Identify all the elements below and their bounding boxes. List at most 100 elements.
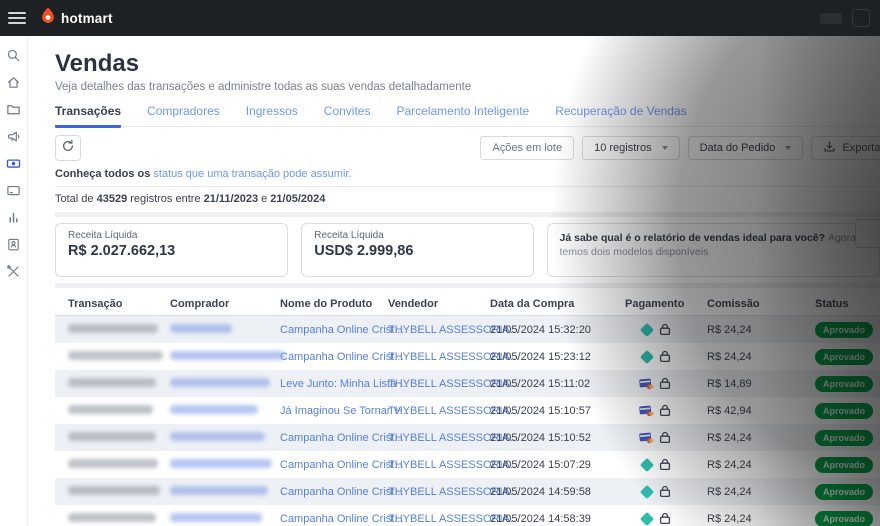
product-link[interactable]: Campanha Online Crist... bbox=[280, 324, 404, 336]
purchase-date: 21/05/2024 15:10:52 bbox=[490, 432, 625, 444]
home-icon bbox=[6, 75, 21, 90]
banner-bold-text: Já sabe qual é o relatório de vendas ide… bbox=[560, 232, 828, 244]
section-band bbox=[55, 212, 880, 217]
product-link[interactable]: Campanha Online Crist... bbox=[280, 513, 404, 525]
divider bbox=[55, 186, 880, 187]
commission-value: R$ 24,24 bbox=[707, 351, 815, 363]
date-filter-dropdown[interactable]: Data do Pedido bbox=[688, 136, 804, 160]
summary-cards: Receita Líquida R$ 2.027.662,13 Receita … bbox=[55, 223, 880, 277]
pix-icon bbox=[639, 322, 653, 336]
transaction-id-redacted bbox=[68, 486, 160, 495]
export-button[interactable]: Exportar bbox=[811, 136, 880, 160]
transaction-id-redacted bbox=[68, 324, 158, 333]
sidebar-item-analytics[interactable] bbox=[0, 204, 28, 231]
pix-icon bbox=[639, 511, 653, 525]
purchase-date: 21/05/2024 15:32:20 bbox=[490, 324, 625, 336]
page-title: Vendas bbox=[55, 50, 880, 78]
product-link[interactable]: Campanha Online Crist... bbox=[280, 486, 404, 498]
date-range-end: 21/05/2024 bbox=[270, 193, 325, 205]
sidebar-item-home[interactable] bbox=[0, 69, 28, 96]
transaction-id-redacted bbox=[68, 378, 156, 387]
brand-name: hotmart bbox=[61, 11, 113, 26]
col-header-transacao: Transação bbox=[68, 298, 170, 310]
sidebar-item-marketing[interactable] bbox=[0, 123, 28, 150]
buyer-name-redacted bbox=[170, 486, 268, 495]
tab-bar: Transações Compradores Ingressos Convite… bbox=[55, 104, 880, 127]
commission-value: R$ 24,24 bbox=[707, 459, 815, 471]
banner-action-button[interactable] bbox=[855, 219, 880, 248]
export-icon bbox=[823, 140, 836, 156]
lock-icon bbox=[659, 431, 671, 444]
col-header-status: Status bbox=[815, 298, 880, 310]
tab-compradores[interactable]: Compradores bbox=[147, 104, 220, 126]
tab-parcelamento-inteligente[interactable]: Parcelamento Inteligente bbox=[396, 104, 529, 126]
product-link[interactable]: Campanha Online Crist... bbox=[280, 432, 404, 444]
brand-logo[interactable]: hotmart bbox=[40, 7, 113, 30]
credit-card-icon bbox=[639, 432, 654, 444]
status-badge: Aprovado bbox=[815, 376, 873, 392]
product-link[interactable]: Campanha Online Crist... bbox=[280, 459, 404, 471]
sidebar bbox=[0, 36, 28, 526]
lock-icon bbox=[659, 323, 671, 336]
payment-method-icon bbox=[639, 350, 654, 363]
purchase-date: 21/05/2024 15:10:57 bbox=[490, 405, 625, 417]
table-body: Campanha Online Crist... THYBELL ASSESSO… bbox=[55, 316, 880, 526]
purchase-date: 21/05/2024 15:11:02 bbox=[490, 378, 625, 390]
status-badge: Aprovado bbox=[815, 403, 873, 419]
sidebar-item-account[interactable] bbox=[0, 231, 28, 258]
tab-recuperacao-de-vendas[interactable]: Recuperação de Vendas bbox=[555, 104, 686, 126]
refresh-button[interactable] bbox=[55, 135, 81, 161]
topbar-widget-icon[interactable] bbox=[820, 13, 842, 24]
sidebar-item-tools[interactable] bbox=[0, 258, 28, 285]
id-badge-icon bbox=[6, 237, 21, 252]
refresh-icon bbox=[61, 139, 75, 158]
table-row[interactable]: Campanha Online Crist... THYBELL ASSESSO… bbox=[55, 478, 880, 505]
lock-icon bbox=[659, 350, 671, 363]
sidebar-item-sales-active[interactable] bbox=[0, 150, 28, 177]
tab-convites[interactable]: Convites bbox=[324, 104, 371, 126]
sidebar-item-products[interactable] bbox=[0, 96, 28, 123]
status-note: Conheça todos os status que uma transaçã… bbox=[55, 168, 880, 180]
commission-value: R$ 14,89 bbox=[707, 378, 815, 390]
transaction-id-redacted bbox=[68, 513, 156, 522]
tab-ingressos[interactable]: Ingressos bbox=[246, 104, 298, 126]
status-help-link[interactable]: status que uma transação pode assumir. bbox=[153, 168, 351, 180]
buyer-name-redacted bbox=[170, 513, 262, 522]
page-subtitle: Veja detalhes das transações e administr… bbox=[55, 81, 880, 93]
menu-icon[interactable] bbox=[8, 12, 26, 24]
records-per-page-dropdown[interactable]: 10 registros bbox=[582, 136, 679, 160]
payment-method-icon bbox=[639, 404, 654, 417]
sidebar-item-wallet[interactable] bbox=[0, 177, 28, 204]
status-badge: Aprovado bbox=[815, 322, 873, 338]
commission-value: R$ 24,24 bbox=[707, 486, 815, 498]
table-row[interactable]: Campanha Online Crist... THYBELL ASSESSO… bbox=[55, 316, 880, 343]
buyer-name-redacted bbox=[170, 378, 270, 387]
table-row[interactable]: Já Imaginou Se Tornar V... THYBELL ASSES… bbox=[55, 397, 880, 424]
sidebar-item-search[interactable] bbox=[0, 42, 28, 69]
tab-transacoes[interactable]: Transações bbox=[55, 104, 121, 128]
folder-icon bbox=[6, 102, 21, 117]
pix-icon bbox=[639, 457, 653, 471]
payment-method-icon bbox=[639, 458, 654, 471]
buyer-name-redacted bbox=[170, 324, 232, 333]
lock-icon bbox=[659, 458, 671, 471]
table-row[interactable]: Campanha Online Crist... THYBELL ASSESSO… bbox=[55, 451, 880, 478]
toolbar: Ações em lote 10 registros Data do Pedid… bbox=[55, 135, 880, 161]
bar-chart-icon bbox=[6, 210, 21, 225]
status-badge: Aprovado bbox=[815, 349, 873, 365]
wallet-icon bbox=[6, 183, 21, 198]
purchase-date: 21/05/2024 15:23:12 bbox=[490, 351, 625, 363]
chevron-down-icon bbox=[662, 146, 668, 150]
table-row[interactable]: Leve Junto: Minha Lista ... THYBELL ASSE… bbox=[55, 370, 880, 397]
status-badge: Aprovado bbox=[815, 484, 873, 500]
col-header-vendedor: Vendedor bbox=[388, 298, 490, 310]
table-row[interactable]: Campanha Online Crist... THYBELL ASSESSO… bbox=[55, 343, 880, 370]
purchase-date: 21/05/2024 14:58:39 bbox=[490, 513, 625, 525]
table-row[interactable]: Campanha Online Crist... THYBELL ASSESSO… bbox=[55, 505, 880, 526]
bulk-actions-button[interactable]: Ações em lote bbox=[480, 136, 574, 160]
table-row[interactable]: Campanha Online Crist... THYBELL ASSESSO… bbox=[55, 424, 880, 451]
product-link[interactable]: Campanha Online Crist... bbox=[280, 351, 404, 363]
records-count: 43529 bbox=[97, 193, 128, 205]
pix-icon bbox=[639, 484, 653, 498]
topbar-app-icon[interactable] bbox=[852, 9, 870, 27]
